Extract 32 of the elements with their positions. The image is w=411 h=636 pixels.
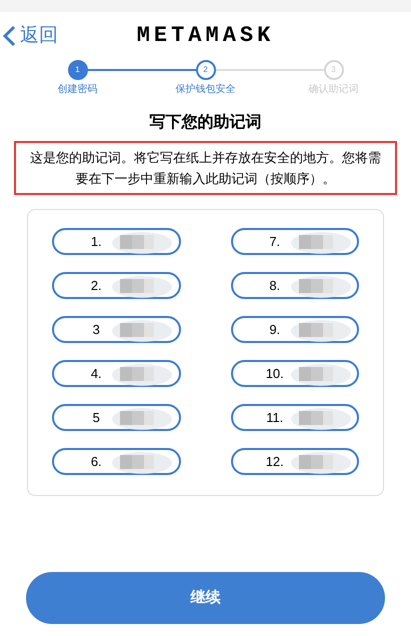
word-index: 5: [92, 408, 100, 427]
section-heading: 写下您的助记词: [148, 112, 262, 133]
redaction-drawing: [112, 364, 172, 386]
step-label: 创建密码: [58, 82, 98, 97]
redaction-drawing: [112, 276, 172, 298]
chevron-left-icon: [2, 25, 16, 48]
word-index: 11.: [266, 408, 284, 427]
word-index: 2.: [90, 276, 102, 295]
word-index: 4.: [90, 364, 102, 383]
redaction-drawing: [290, 364, 350, 386]
notice-text: 这是您的助记词。将它写在纸上并存放在安全的地方。您将需要在下一步中重新输入此助记词（按顺序）。: [14, 141, 397, 195]
step-label: 保护钱包安全: [176, 82, 236, 97]
redaction-drawing: [112, 320, 172, 342]
word-index: 6.: [90, 452, 102, 471]
redaction-drawing: [112, 452, 172, 474]
continue-button[interactable]: 继续: [26, 572, 385, 624]
redaction-drawing: [112, 408, 172, 430]
redaction-drawing: [290, 452, 350, 474]
redaction-drawing: [290, 408, 350, 430]
word-index: 9.: [269, 320, 280, 339]
app-title: METAMASK: [136, 22, 274, 50]
redaction-drawing: [112, 232, 172, 254]
word-index: 12.: [266, 452, 284, 471]
word-index: 1.: [90, 232, 102, 251]
redaction-drawing: [290, 276, 350, 298]
redaction-drawing: [290, 232, 350, 254]
word-index: 8.: [269, 276, 280, 295]
word-index: 10.: [266, 364, 284, 383]
back-button[interactable]: 返回: [2, 22, 58, 50]
word-index: 7.: [269, 232, 280, 251]
word-index: 3: [92, 320, 100, 339]
redaction-drawing: [290, 320, 350, 342]
